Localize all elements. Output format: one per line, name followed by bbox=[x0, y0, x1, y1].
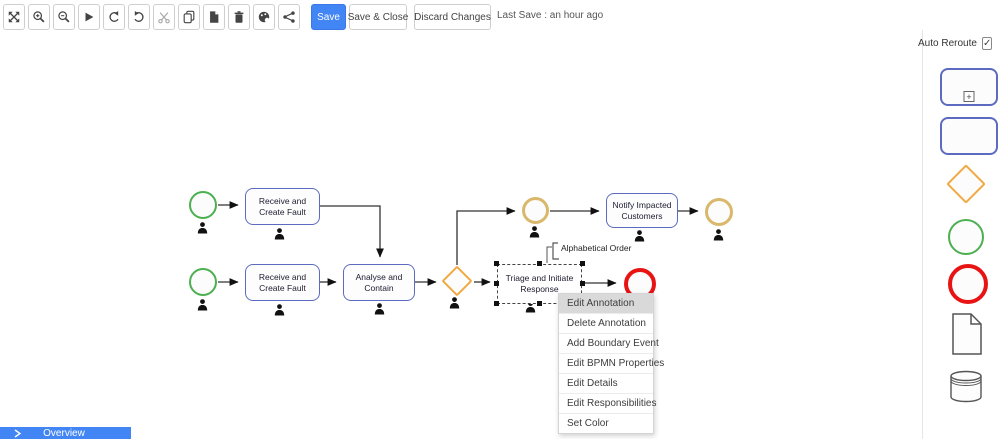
chevron-right-icon bbox=[14, 428, 21, 438]
redo-icon bbox=[134, 11, 144, 22]
color-palette-button[interactable] bbox=[253, 4, 275, 30]
fit-screen-button[interactable] bbox=[3, 4, 25, 30]
selection-handle[interactable] bbox=[494, 281, 499, 286]
person-icon bbox=[274, 227, 285, 240]
undo-button[interactable] bbox=[103, 4, 125, 30]
connector-layer bbox=[218, 201, 699, 287]
last-save-text: Last Save : an hour ago bbox=[497, 10, 604, 21]
palette-task[interactable] bbox=[940, 117, 998, 155]
menu-item-edit-details[interactable]: Edit Details bbox=[559, 373, 653, 393]
selection-handle[interactable] bbox=[494, 301, 499, 306]
task-label: Triage and Initiate Response bbox=[505, 273, 574, 294]
palette-subprocess[interactable]: + bbox=[940, 68, 998, 106]
person-icon bbox=[449, 296, 460, 309]
discard-changes-button[interactable]: Discard Changes bbox=[414, 4, 491, 30]
task-label: Receive and Create Fault bbox=[258, 195, 307, 217]
palette-data-store[interactable] bbox=[949, 370, 983, 403]
task-analyse[interactable]: Analyse and Contain bbox=[343, 264, 415, 301]
color-palette-icon bbox=[258, 11, 270, 23]
share-button[interactable] bbox=[278, 4, 300, 30]
paste-button[interactable] bbox=[203, 4, 225, 30]
trash-icon bbox=[234, 11, 244, 23]
selection-handle[interactable] bbox=[537, 261, 542, 266]
palette-start-event[interactable] bbox=[948, 219, 984, 255]
sidebar-divider bbox=[922, 30, 923, 439]
save-close-button[interactable]: Save & Close bbox=[348, 4, 408, 30]
gateway-diamond[interactable] bbox=[441, 265, 473, 297]
play-icon bbox=[85, 12, 94, 22]
person-icon bbox=[197, 298, 208, 311]
cut-button[interactable] bbox=[153, 4, 175, 30]
annotation-connector bbox=[546, 246, 552, 263]
share-icon bbox=[283, 11, 295, 23]
person-icon bbox=[274, 303, 285, 316]
connector bbox=[456, 207, 516, 265]
cut-icon bbox=[158, 12, 170, 24]
undo-icon bbox=[109, 11, 119, 22]
fit-screen-icon bbox=[8, 11, 20, 23]
text-annotation[interactable]: Alphabetical Order bbox=[558, 242, 635, 254]
delete-button[interactable] bbox=[228, 4, 250, 30]
person-icon bbox=[634, 229, 645, 242]
task-receive-top[interactable]: Receive and Create Fault bbox=[245, 188, 320, 225]
palette-document[interactable] bbox=[952, 313, 982, 355]
palette-gateway[interactable] bbox=[946, 164, 986, 204]
menu-item-edit-bpmn-properties[interactable]: Edit BPMN Properties bbox=[559, 353, 664, 373]
auto-reroute-checkbox[interactable]: ✓ bbox=[981, 37, 993, 50]
palette-end-event[interactable] bbox=[948, 264, 988, 304]
menu-item-delete-annotation[interactable]: Delete Annotation bbox=[559, 313, 653, 333]
task-notify[interactable]: Notify Impacted Customers bbox=[606, 193, 678, 228]
menu-item-edit-annotation[interactable]: Edit Annotation bbox=[559, 294, 653, 313]
auto-reroute-control: Auto Reroute ✓ bbox=[918, 37, 993, 50]
data-store-icon bbox=[950, 370, 982, 403]
zoom-in-icon bbox=[33, 11, 45, 23]
person-icon bbox=[529, 225, 540, 238]
copy-button[interactable] bbox=[178, 4, 200, 30]
menu-item-edit-responsibilities[interactable]: Edit Responsibilities bbox=[559, 393, 657, 413]
person-icon bbox=[374, 302, 385, 315]
subprocess-plus-icon: + bbox=[963, 91, 975, 102]
selection-handle[interactable] bbox=[494, 261, 499, 266]
zoom-out-button[interactable] bbox=[53, 4, 75, 30]
task-receive-bottom[interactable]: Receive and Create Fault bbox=[245, 264, 320, 301]
selection-handle[interactable] bbox=[580, 261, 585, 266]
overview-label: Overview bbox=[43, 427, 85, 439]
menu-item-add-boundary-event[interactable]: Add Boundary Event bbox=[559, 333, 659, 353]
start-event-bottom[interactable] bbox=[189, 268, 217, 296]
task-label: Receive and Create Fault bbox=[258, 271, 307, 293]
selection-handle[interactable] bbox=[580, 281, 585, 286]
person-icon bbox=[197, 221, 208, 234]
selection-handle[interactable] bbox=[537, 301, 542, 306]
save-button[interactable]: Save bbox=[311, 4, 346, 30]
redo-button[interactable] bbox=[128, 4, 150, 30]
intermediate-event-right[interactable] bbox=[705, 198, 733, 226]
context-menu: Edit Annotation Delete Annotation Add Bo… bbox=[558, 293, 664, 434]
auto-reroute-label: Auto Reroute bbox=[918, 38, 977, 49]
zoom-in-button[interactable] bbox=[28, 4, 50, 30]
task-label: Analyse and Contain bbox=[355, 271, 403, 293]
play-button[interactable] bbox=[78, 4, 100, 30]
zoom-out-icon bbox=[58, 11, 70, 23]
task-label: Notify Impacted Customers bbox=[612, 199, 672, 221]
menu-item-set-color[interactable]: Set Color bbox=[559, 413, 653, 433]
document-icon bbox=[952, 313, 982, 355]
person-icon bbox=[713, 228, 724, 241]
overview-panel-header[interactable]: Overview bbox=[0, 427, 131, 439]
paste-icon bbox=[210, 11, 219, 23]
connector bbox=[320, 205, 384, 258]
copy-icon bbox=[183, 10, 195, 24]
intermediate-event-left[interactable] bbox=[522, 197, 549, 224]
start-event-top[interactable] bbox=[189, 191, 217, 219]
